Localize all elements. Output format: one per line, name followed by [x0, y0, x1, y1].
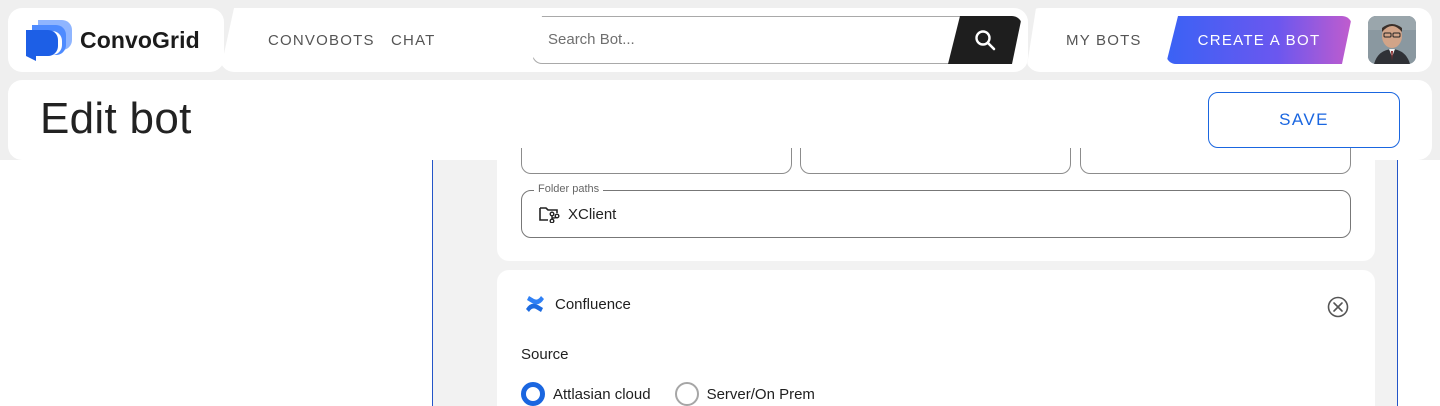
my-bots-link[interactable]: MY BOTS	[1066, 8, 1142, 72]
source-settings-card: Folder paths XClient	[497, 148, 1375, 261]
nav-bar: CONVOBOTS CHAT	[220, 8, 1028, 72]
brand[interactable]: ConvoGrid	[8, 8, 224, 72]
confluence-title: Confluence	[555, 295, 631, 313]
create-bot-button[interactable]: CREATE A BOT	[1166, 16, 1352, 64]
left-panel	[0, 160, 432, 406]
search-button[interactable]	[948, 16, 1022, 64]
top-navigation: ConvoGrid CONVOBOTS CHAT MY BOTS CREATE …	[0, 0, 1440, 80]
search-input[interactable]	[548, 16, 928, 62]
folder-paths-field[interactable]: Folder paths XClient	[521, 183, 1351, 238]
radio-label: Server/On Prem	[706, 385, 815, 403]
radio-label: Attlasian cloud	[553, 385, 651, 403]
confluence-card: Confluence Source Attlasian cloud Server…	[497, 270, 1375, 406]
text-field[interactable]	[521, 148, 792, 174]
folder-branch-icon	[539, 207, 560, 223]
radio-button[interactable]	[674, 382, 699, 406]
radio-option-server[interactable]: Server/On Prem	[674, 382, 815, 406]
chat-bubbles-logo	[26, 20, 72, 61]
editor-panel[interactable]: Folder paths XClient Confluence Source A…	[432, 148, 1398, 406]
radio-option-cloud[interactable]: Attlasian cloud	[521, 382, 651, 406]
folder-path-value: XClient	[568, 205, 617, 223]
confluence-icon	[526, 296, 544, 312]
nav-convobots[interactable]: CONVOBOTS	[268, 8, 375, 72]
avatar-photo	[1368, 16, 1416, 64]
save-button[interactable]: SAVE	[1208, 92, 1400, 148]
nav-chat[interactable]: CHAT	[391, 8, 436, 72]
text-field[interactable]	[800, 148, 1071, 174]
folder-path-chip[interactable]: XClient	[538, 191, 616, 237]
avatar[interactable]	[1368, 16, 1416, 64]
account-bar: MY BOTS CREATE A BOT	[1026, 8, 1432, 72]
source-label: Source	[521, 346, 569, 363]
confluence-header: Confluence	[525, 294, 631, 314]
search-bar	[532, 16, 1022, 64]
brand-name: ConvoGrid	[80, 26, 200, 53]
radio-button-selected[interactable]	[521, 382, 545, 406]
search-icon	[974, 29, 996, 51]
page-title: Edit bot	[40, 94, 192, 143]
text-field[interactable]	[1080, 148, 1351, 174]
source-radio-group: Attlasian cloud Server/On Prem	[521, 382, 839, 406]
content-area: Folder paths XClient Confluence Source A…	[0, 148, 1440, 406]
right-gutter	[1398, 160, 1440, 406]
remove-source-icon[interactable]	[1327, 296, 1349, 318]
